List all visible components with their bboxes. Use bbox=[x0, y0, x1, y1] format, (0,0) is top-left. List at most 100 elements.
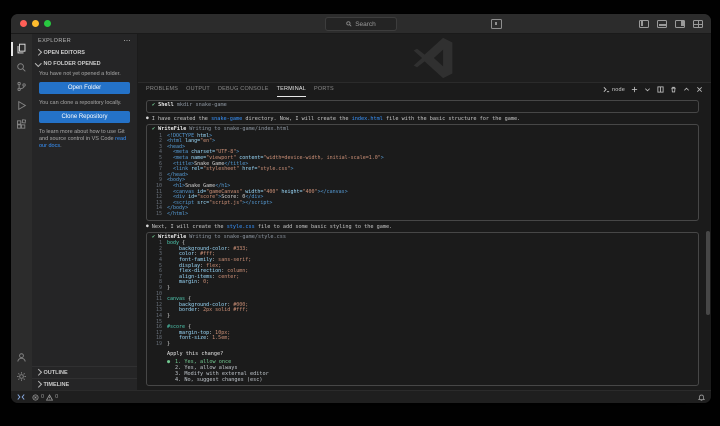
remote-indicator[interactable] bbox=[17, 393, 25, 401]
terminal-profile[interactable]: node bbox=[603, 86, 625, 93]
sidebar-title: EXPLORER bbox=[38, 38, 71, 44]
gear-icon bbox=[16, 371, 27, 382]
tab-terminal[interactable]: TERMINAL bbox=[277, 83, 306, 97]
chevron-right-icon bbox=[35, 49, 41, 55]
run-debug-icon bbox=[16, 100, 27, 111]
toggle-panel-icon[interactable] bbox=[657, 20, 667, 28]
assistant-message: ● Next, I will create the style.css file… bbox=[146, 224, 703, 230]
tool-name: Shell bbox=[158, 103, 174, 109]
zoom-window-button[interactable] bbox=[44, 20, 51, 27]
activity-account[interactable] bbox=[11, 348, 32, 367]
problems-indicator[interactable]: 0 0 bbox=[32, 394, 58, 401]
code-block-html: 1<!DOCTYPE html>2<html lang="en">3<head>… bbox=[152, 134, 693, 218]
terminal-prompt-icon bbox=[603, 86, 610, 93]
terminal-dropdown-icon[interactable] bbox=[644, 86, 651, 93]
activity-search[interactable] bbox=[11, 58, 32, 77]
maximize-panel-icon[interactable] bbox=[683, 86, 690, 93]
close-window-button[interactable] bbox=[20, 20, 27, 27]
timeline-label: TIMELINE bbox=[44, 382, 70, 388]
toggle-secondary-sidebar-icon[interactable] bbox=[675, 20, 685, 28]
layout-controls bbox=[639, 20, 703, 28]
code-line: 19} bbox=[152, 342, 693, 348]
activity-explorer[interactable] bbox=[11, 39, 32, 58]
activity-run-debug[interactable] bbox=[11, 96, 32, 115]
close-panel-icon[interactable] bbox=[696, 86, 703, 93]
source-control-icon bbox=[16, 81, 27, 92]
apply-change-prompt: Apply this change? bbox=[167, 352, 693, 358]
clone-repository-button[interactable]: Clone Repository bbox=[39, 111, 130, 123]
search-icon bbox=[346, 21, 352, 27]
files-icon bbox=[16, 43, 27, 54]
no-folder-label: NO FOLDER OPENED bbox=[44, 61, 101, 67]
activity-bar bbox=[11, 34, 32, 390]
error-icon bbox=[32, 394, 39, 401]
bell-icon bbox=[698, 394, 705, 401]
warning-icon bbox=[46, 394, 53, 401]
tab-output[interactable]: OUTPUT bbox=[186, 83, 210, 97]
terminal-controls: node bbox=[603, 86, 703, 93]
account-icon bbox=[16, 352, 27, 363]
shell-command: mkdir snake-game bbox=[177, 103, 227, 109]
panel-tab-bar: PROBLEMS OUTPUT DEBUG CONSOLE TERMINAL P… bbox=[138, 83, 711, 96]
bottom-panel: PROBLEMS OUTPUT DEBUG CONSOLE TERMINAL P… bbox=[138, 82, 711, 390]
sidebar-header: EXPLORER ⋯ bbox=[32, 34, 137, 47]
tool-call-writefile-html: ✔ WriteFile Writing to snake-game/index.… bbox=[146, 124, 699, 221]
terminal-scrollbar[interactable] bbox=[706, 231, 710, 315]
tab-problems[interactable]: PROBLEMS bbox=[146, 83, 178, 97]
clone-text: You can clone a repository locally. bbox=[39, 100, 130, 107]
check-icon: ✔ bbox=[152, 235, 155, 241]
warning-count: 0 bbox=[55, 394, 58, 400]
code-block-css: 1body {2 background-color: #333;3 color:… bbox=[152, 241, 693, 347]
minimize-window-button[interactable] bbox=[32, 20, 39, 27]
remote-icon bbox=[17, 393, 25, 401]
model-bullet-icon: ● bbox=[146, 224, 149, 230]
activity-extensions[interactable] bbox=[11, 115, 32, 134]
section-no-folder-opened[interactable]: NO FOLDER OPENED bbox=[32, 58, 137, 69]
toggle-sidebar-icon[interactable] bbox=[639, 20, 649, 28]
search-box[interactable]: Search bbox=[325, 17, 397, 31]
new-terminal-icon[interactable] bbox=[631, 86, 638, 93]
tab-ports[interactable]: PORTS bbox=[314, 83, 334, 97]
git-docs-text: To learn more about how to use Git and s… bbox=[39, 129, 130, 150]
vscode-window: Search bbox=[10, 13, 712, 404]
vscode-logo-watermark bbox=[411, 37, 455, 79]
error-count: 0 bbox=[41, 394, 44, 400]
tab-debug-console[interactable]: DEBUG CONSOLE bbox=[218, 83, 269, 97]
check-icon: ✔ bbox=[152, 103, 155, 109]
sidebar-welcome: You have not yet opened a folder. Open F… bbox=[32, 69, 137, 154]
search-icon bbox=[16, 62, 27, 73]
model-bullet-icon: ● bbox=[146, 116, 149, 122]
option-no-suggest-changes[interactable]: 4. No, suggest changes (esc) bbox=[167, 377, 693, 383]
activity-source-control[interactable] bbox=[11, 77, 32, 96]
section-open-editors[interactable]: OPEN EDITORS bbox=[32, 47, 137, 58]
chevron-right-icon bbox=[35, 369, 41, 375]
workarea: PROBLEMS OUTPUT DEBUG CONSOLE TERMINAL P… bbox=[138, 34, 711, 390]
notifications-bell[interactable] bbox=[698, 394, 705, 401]
assistant-message: ● I have created the snake-game director… bbox=[146, 116, 703, 122]
kill-terminal-icon[interactable] bbox=[670, 86, 677, 93]
chevron-down-icon bbox=[35, 60, 41, 66]
section-timeline[interactable]: TIMELINE bbox=[32, 378, 137, 390]
search-label: Search bbox=[355, 21, 376, 28]
outline-label: OUTLINE bbox=[44, 370, 68, 376]
activity-settings[interactable] bbox=[11, 367, 32, 386]
split-terminal-icon[interactable] bbox=[657, 86, 664, 93]
more-actions-icon[interactable]: ⋯ bbox=[124, 37, 132, 45]
explorer-sidebar: EXPLORER ⋯ OPEN EDITORS NO FOLDER OPENED… bbox=[32, 34, 138, 390]
tool-desc: Writing to snake-game/style.css bbox=[189, 235, 286, 241]
customize-layout-icon[interactable] bbox=[693, 20, 703, 28]
titlebar: Search bbox=[11, 14, 711, 34]
code-line: 15</html> bbox=[152, 212, 693, 218]
open-editors-label: OPEN EDITORS bbox=[44, 50, 85, 56]
titlebar-widget-icon[interactable] bbox=[491, 19, 502, 29]
tool-call-writefile-css: ✔ WriteFile Writing to snake-game/style.… bbox=[146, 232, 699, 387]
section-outline[interactable]: OUTLINE bbox=[32, 366, 137, 378]
editor-area bbox=[138, 34, 711, 82]
extensions-icon bbox=[16, 119, 27, 130]
chevron-right-icon bbox=[35, 381, 41, 387]
empty-folder-text: You have not yet opened a folder. bbox=[39, 71, 130, 78]
tool-call-shell: ✔ Shell mkdir snake-game bbox=[146, 100, 699, 113]
terminal[interactable]: ✔ Shell mkdir snake-game ● I have create… bbox=[138, 96, 711, 390]
open-folder-button[interactable]: Open Folder bbox=[39, 82, 130, 94]
status-bar: 0 0 bbox=[11, 390, 711, 403]
